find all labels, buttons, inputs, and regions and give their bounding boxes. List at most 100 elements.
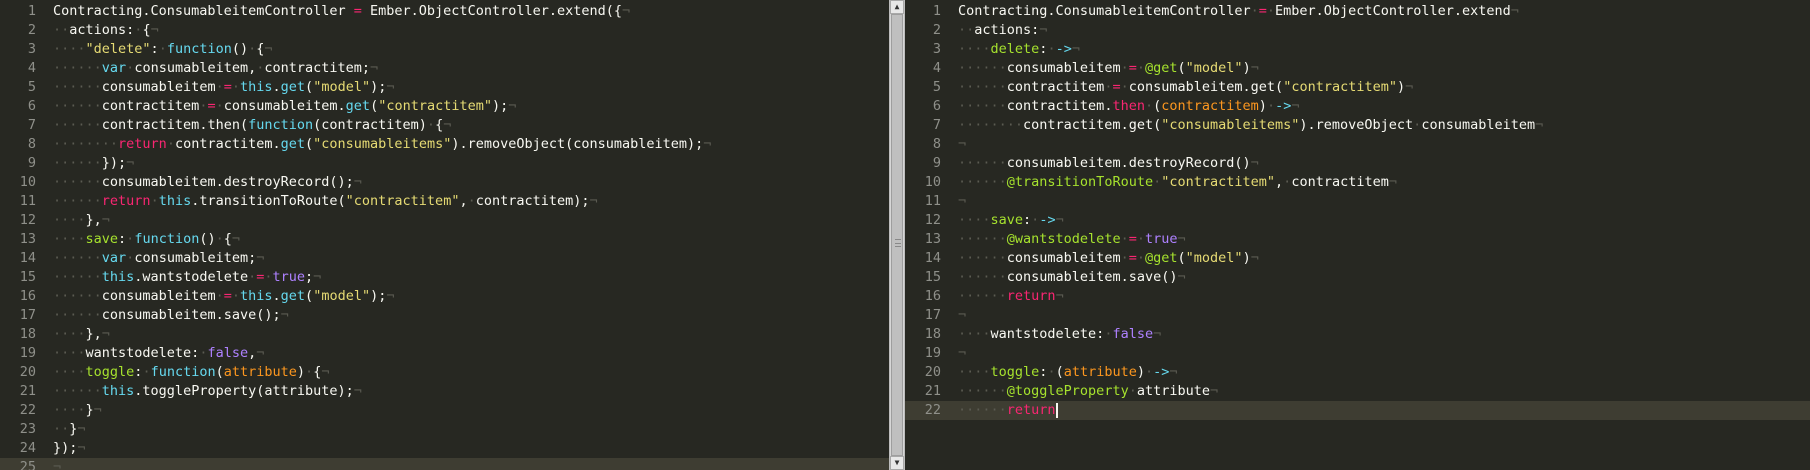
code-line[interactable]: 13 ····save:·function()·{¬ [0,230,889,249]
code-line[interactable]: 6 ······contractitem.then·(contractitem)·… [905,97,1810,116]
code-line[interactable]: 2 ··actions:¬ [905,21,1810,40]
code-token: get [280,288,306,304]
code-token: consumableitem.get( [1128,79,1284,95]
line-number: 3 [932,41,941,57]
code-line[interactable]: 22 ····}¬ [0,401,889,420]
code-line[interactable]: 8 ¬ [905,135,1810,154]
code-line[interactable]: 7 ········contractitem.get("consumableite… [905,116,1810,135]
code-line[interactable]: 22 ······return [905,401,1810,420]
line-number: 12 [924,212,941,228]
line-code: ········return·contractitem.get("consuma… [53,135,711,154]
code-line[interactable]: 10 ······@transitionToRoute·"contractitem… [905,173,1810,192]
text-cursor [1055,402,1058,418]
code-token: · [467,193,476,209]
code-token: · [1266,3,1276,19]
code-line[interactable]: 19 ¬ [905,344,1810,363]
code-line[interactable]: 21 ······@toggleProperty·attribute¬ [905,382,1810,401]
code-token: this [101,269,135,285]
code-line[interactable]: 15 ······consumableitem.save()¬ [905,268,1810,287]
line-number: 5 [27,79,36,95]
code-line[interactable]: 16 ······return¬ [905,287,1810,306]
line-code: ¬ [958,306,966,325]
code-line[interactable]: 3 ····delete:·->¬ [905,40,1810,59]
code-token: var [101,250,127,266]
code-line[interactable]: 9 ······});¬ [0,154,889,173]
code-line[interactable]: 14 ······var·consumableitem;¬ [0,249,889,268]
code-token: · [158,41,167,57]
code-token: toggle [990,364,1040,380]
scrollbar-thumb[interactable] [891,14,903,456]
code-line[interactable]: 12 ····},¬ [0,211,889,230]
line-code: ····},¬ [53,325,110,344]
code-line[interactable]: 13 ······@wantstodelete·=·true¬ [905,230,1810,249]
right-editor-pane[interactable]: 1 Contracting.ConsumableitemController·=·… [905,0,1810,470]
code-token: function [134,231,200,247]
code-line[interactable]: 8 ········return·contractitem.get("consum… [0,135,889,154]
code-token: ); [370,79,387,95]
line-number: 2 [27,22,36,38]
code-token: contractitem [1006,79,1105,95]
code-line[interactable]: 1 Contracting.ConsumableitemController·=·… [905,2,1810,21]
code-line[interactable]: 4 ······consumableitem·=·@get("model")¬ [905,59,1810,78]
code-token: "consumableitems" [1161,117,1300,133]
code-line[interactable]: 4 ······var·consumableitem,·contractitem;… [0,59,889,78]
code-line[interactable]: 17 ¬ [905,306,1810,325]
code-line[interactable]: 23 ··}¬ [0,420,889,439]
code-line[interactable]: 12 ····save:·->¬ [905,211,1810,230]
code-line[interactable]: 10 ······consumableitem.destroyRecord();¬ [0,173,889,192]
code-token: ······ [958,98,1007,114]
code-line[interactable]: 24});¬ [0,439,889,458]
code-token: ······ [53,250,102,266]
code-token: = [353,3,362,19]
code-line[interactable]: 14 ······consumableitem·=·@get("model")¬ [905,249,1810,268]
code-line[interactable]: 5 ······contractitem·=·consumableitem.get… [905,78,1810,97]
code-line[interactable]: 18 ····},¬ [0,325,889,344]
code-line[interactable]: 15 ······this.wantstodelete·=·true;¬ [0,268,889,287]
code-token: · [1136,60,1145,76]
line-number: 1 [932,3,941,19]
code-line[interactable]: 6 ······contractitem·=·consumableitem.get… [0,97,889,116]
code-token: · [1144,98,1154,114]
code-token: "contractitem" [1283,79,1397,95]
line-number: 9 [27,155,36,171]
code-line[interactable]: 1 Contracting.ConsumableitemController = … [0,2,889,21]
code-token: consumableitem [1006,60,1121,76]
left-editor-pane[interactable]: 1 Contracting.ConsumableitemController = … [0,0,889,470]
line-code: ······consumableitem·=·this.get("model")… [53,78,395,97]
code-token: ¬ [1039,22,1048,38]
code-line[interactable]: 20 ····toggle:·function(attribute)·{¬ [0,363,889,382]
code-line[interactable]: 20 ····toggle:·(attribute)·->¬ [905,363,1810,382]
line-code: ······this.toggleProperty(attribute);¬ [53,382,362,401]
code-line[interactable]: 5 ······consumableitem·=·this.get("model"… [0,78,889,97]
code-line[interactable]: 17 ······consumableitem.save();¬ [0,306,889,325]
code-line[interactable]: 25 ¬ [0,458,889,470]
code-token: ¬ [386,79,395,95]
code-line[interactable]: 11 ¬ [905,192,1810,211]
scroll-up-arrow-icon[interactable]: ▲ [890,0,904,14]
code-token: ¬ [1210,383,1219,399]
code-line[interactable]: 2 ··actions:·{¬ [0,21,889,40]
code-token: consumableitem.save(); [101,307,281,323]
code-token: { [435,117,444,133]
code-line[interactable]: 18 ····wantstodelete:·false¬ [905,325,1810,344]
code-line[interactable]: 9 ······consumableitem.destroyRecord()¬ [905,154,1810,173]
vertical-scrollbar[interactable]: ▲ ▼ [889,0,905,470]
code-line[interactable]: 21 ······this.toggleProperty(attribute);¬ [0,382,889,401]
code-line[interactable]: 11 ······return·this.transitionToRoute("c… [0,192,889,211]
code-token: contractitem [101,98,200,114]
line-number: 21 [924,383,941,399]
code-token: .transitionToRoute( [191,193,346,209]
code-token: ¬ [1250,60,1259,76]
line-code: ····toggle:·(attribute)·->¬ [958,363,1178,382]
code-line[interactable]: 16 ······consumableitem·=·this.get("model… [0,287,889,306]
code-line[interactable]: 19 ····wantstodelete:·false,¬ [0,344,889,363]
code-token: Contracting.ConsumableitemController [958,3,1251,19]
code-token: · [215,288,224,304]
scroll-down-arrow-icon[interactable]: ▼ [890,456,904,470]
code-token: Ember.ObjectController.extend [1275,3,1511,19]
line-number: 16 [19,288,36,304]
code-line[interactable]: 7 ······contractitem.then(function(contra… [0,116,889,135]
code-token: consumableitem; [134,250,257,266]
line-code: ······var·consumableitem;¬ [53,249,264,268]
code-line[interactable]: 3 ····"delete":·function()·{¬ [0,40,889,59]
